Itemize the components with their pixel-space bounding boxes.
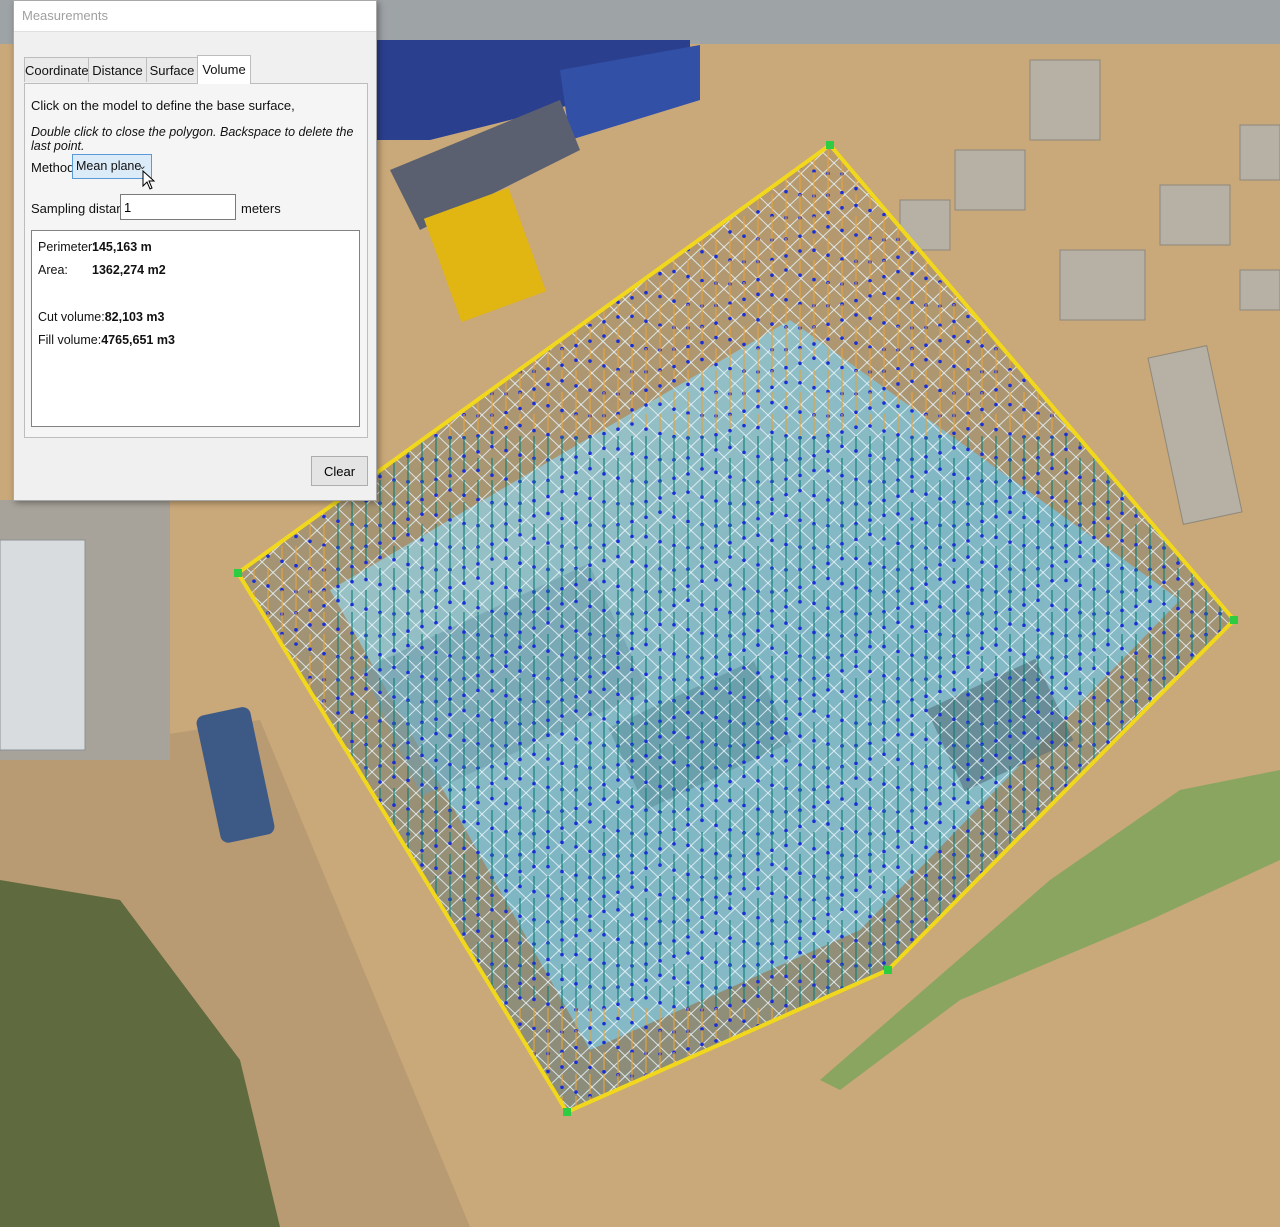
perimeter-label: Perimeter:	[38, 240, 96, 254]
tab-volume[interactable]: Volume	[197, 55, 251, 84]
cut-volume-row: Cut volume:82,103 m3	[38, 310, 164, 324]
vertex-marker[interactable]	[1230, 616, 1238, 624]
tab-coordinate[interactable]: Coordinate	[24, 57, 89, 82]
tab-surface[interactable]: Surface	[146, 57, 198, 82]
site-cabin	[0, 539, 86, 751]
results-box: Perimeter:145,163 m Area: 1362,274 m2 Cut…	[31, 230, 360, 427]
dialog-title: Measurements	[22, 8, 108, 23]
perimeter-value: 145,163 m	[92, 240, 152, 254]
measurements-dialog: Measurements Coordinate Distance Surface…	[13, 0, 377, 501]
sampling-unit-label: meters	[241, 201, 281, 216]
fill-volume-value: 4765,651 m3	[101, 333, 175, 347]
method-label: Method:	[31, 160, 78, 175]
mouse-cursor-icon	[142, 170, 156, 190]
clear-button[interactable]: Clear	[311, 456, 368, 486]
method-dropdown[interactable]: Mean plane ⌄	[72, 154, 152, 179]
vertex-marker[interactable]	[884, 966, 892, 974]
sampling-distance-input[interactable]	[120, 194, 236, 220]
dialog-titlebar[interactable]: Measurements	[14, 1, 376, 32]
area-row: Area: 1362,274 m2	[38, 263, 166, 277]
cut-volume-value: 82,103 m3	[104, 310, 165, 324]
instruction-hint: Double click to close the polygon. Backs…	[31, 125, 354, 153]
perimeter-row: Perimeter:145,163 m	[38, 240, 152, 254]
area-label: Area:	[38, 263, 68, 277]
vertex-marker[interactable]	[563, 1108, 571, 1116]
area-value: 1362,274 m2	[92, 263, 166, 277]
fill-volume-row: Fill volume:4765,651 m3	[38, 333, 175, 347]
vertex-marker[interactable]	[826, 141, 834, 149]
volume-panel: Click on the model to define the base su…	[24, 83, 368, 438]
cut-volume-label: Cut volume:	[38, 310, 105, 324]
fill-volume-label: Fill volume:	[38, 333, 102, 347]
tab-distance[interactable]: Distance	[88, 57, 147, 82]
instruction-text: Click on the model to define the base su…	[31, 98, 295, 113]
method-value: Mean plane	[76, 159, 142, 173]
vertex-marker[interactable]	[234, 569, 242, 577]
